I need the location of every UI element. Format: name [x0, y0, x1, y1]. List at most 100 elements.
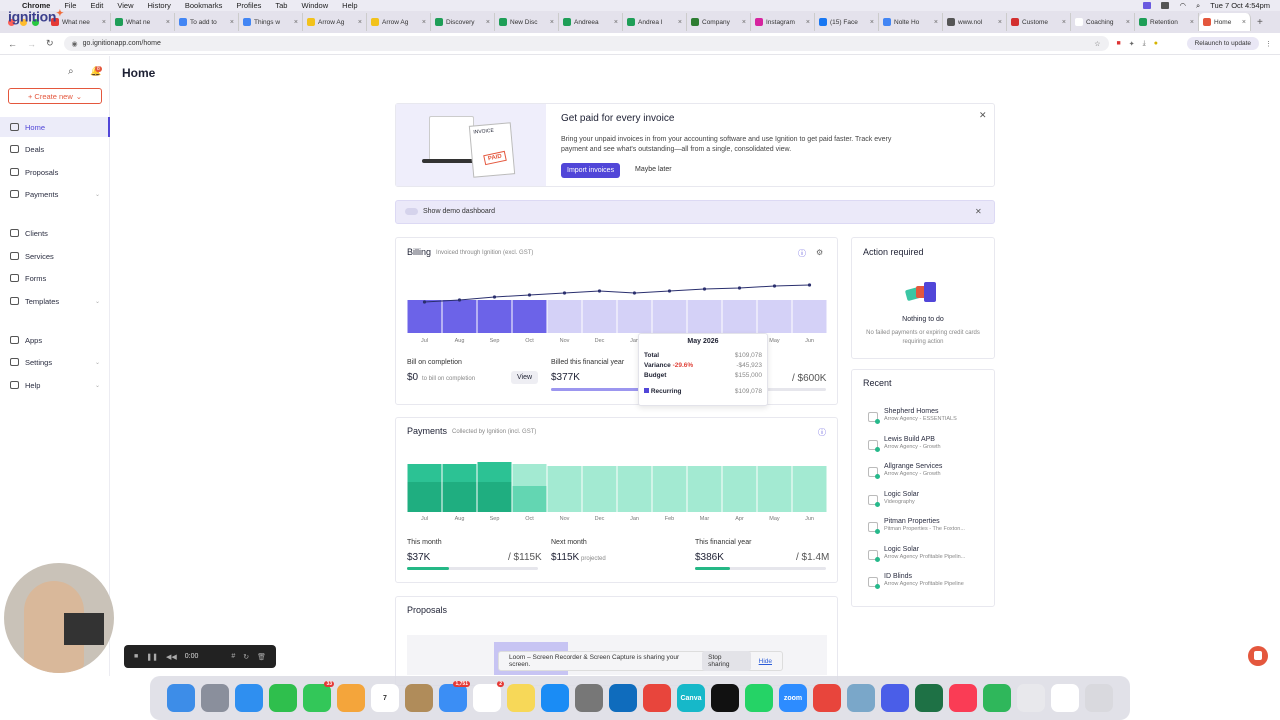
perplexity-icon[interactable]	[881, 684, 909, 712]
browser-tab[interactable]: Instagram ×	[751, 13, 815, 31]
settings-gear-icon[interactable]: ⚙	[816, 248, 823, 257]
safari-icon[interactable]	[235, 684, 263, 712]
browser-menu-icon[interactable]: ⋮	[1265, 40, 1272, 48]
close-banner-icon[interactable]: ✕	[979, 110, 987, 121]
recent-item[interactable]: Lewis Build APB Arrow Agency - Growth	[860, 436, 990, 460]
import-invoices-button[interactable]: Import invoices	[561, 163, 621, 178]
profile-icon[interactable]: ●	[1154, 40, 1158, 47]
spotlight-icon[interactable]: ⌕	[1196, 1, 1200, 11]
create-new-button[interactable]: + Create new ⌄	[8, 88, 102, 104]
close-tab-icon[interactable]: ×	[550, 19, 554, 26]
menu-bookmarks[interactable]: Bookmarks	[185, 1, 223, 10]
close-tab-icon[interactable]: ×	[934, 19, 938, 26]
bookmark-star-icon[interactable]: ☆	[1094, 40, 1100, 48]
calendar-icon[interactable]: 7	[371, 684, 399, 712]
browser-tab[interactable]: Coaching ×	[1071, 13, 1135, 31]
contacts-icon[interactable]	[405, 684, 433, 712]
close-tab-icon[interactable]: ×	[1242, 19, 1246, 26]
restart-icon[interactable]: ↻	[243, 653, 249, 661]
browser-tab[interactable]: What ne ×	[111, 13, 175, 31]
close-tab-icon[interactable]: ×	[102, 19, 106, 26]
browser-tab[interactable]: Things w ×	[239, 13, 303, 31]
close-tab-icon[interactable]: ×	[1126, 19, 1130, 26]
close-demo-icon[interactable]: ✕	[975, 207, 982, 216]
close-tab-icon[interactable]: ×	[678, 19, 682, 26]
browser-tab[interactable]: To add to ×	[175, 13, 239, 31]
menu-tab[interactable]: Tab	[275, 1, 287, 10]
search-icon[interactable]: ⌕	[68, 66, 74, 77]
whatsapp-icon[interactable]	[745, 684, 773, 712]
info-icon[interactable]: ⓘ	[798, 248, 806, 259]
reminders-icon[interactable]: 2	[473, 681, 504, 712]
recent-item[interactable]: Shepherd Homes Arrow Agency - ESSENTIALS	[860, 408, 990, 432]
chat-launcher-button[interactable]	[1248, 646, 1268, 666]
preview-icon[interactable]	[847, 684, 875, 712]
close-tab-icon[interactable]: ×	[422, 19, 426, 26]
loom-status-icon[interactable]	[1143, 2, 1152, 9]
launchpad-icon[interactable]	[201, 684, 229, 712]
close-tab-icon[interactable]: ×	[870, 19, 874, 26]
browser-tab[interactable]: Arrow Ag ×	[367, 13, 431, 31]
close-tab-icon[interactable]: ×	[166, 19, 170, 26]
recent-item[interactable]: ID Blinds Arrow Agency Profitable Pipelin…	[860, 573, 990, 597]
browser-tab[interactable]: Company ×	[687, 13, 751, 31]
draw-icon[interactable]: #	[231, 653, 235, 660]
browser-tab[interactable]: New Disc ×	[495, 13, 559, 31]
notes-icon[interactable]	[507, 684, 535, 712]
recent-item[interactable]: Allgrange Services Arrow Agency - Growth	[860, 463, 990, 487]
close-tab-icon[interactable]: ×	[294, 19, 298, 26]
view-button[interactable]: View	[511, 371, 539, 384]
sidebar-item-services[interactable]: Services	[0, 246, 110, 266]
numbers-icon[interactable]	[983, 684, 1011, 712]
photos-icon[interactable]	[337, 684, 365, 712]
browser-tab[interactable]: www.nol ×	[943, 13, 1007, 31]
stop-record-icon[interactable]: ■	[134, 653, 138, 660]
system-settings-icon[interactable]	[575, 684, 603, 712]
menu-edit[interactable]: Edit	[90, 1, 103, 10]
app-store-icon[interactable]	[541, 684, 569, 712]
screens-icon[interactable]	[1051, 684, 1079, 712]
browser-tab[interactable]: Discovery ×	[431, 13, 495, 31]
browser-tab[interactable]: (15) Face ×	[815, 13, 879, 31]
relaunch-button[interactable]: Relaunch to update	[1186, 37, 1259, 50]
menu-file[interactable]: File	[64, 1, 76, 10]
close-tab-icon[interactable]: ×	[358, 19, 362, 26]
menu-history[interactable]: History	[148, 1, 171, 10]
canva-icon[interactable]: Canva	[677, 684, 705, 712]
sidebar-item-help[interactable]: Help ⌄	[0, 375, 110, 395]
close-tab-icon[interactable]: ×	[1190, 19, 1194, 26]
recent-item[interactable]: Logic Solar Arrow Agency Profitable Pipel…	[860, 546, 990, 570]
craft-icon[interactable]	[813, 684, 841, 712]
payments-info-icon[interactable]: ⓘ	[818, 427, 826, 438]
recording-controls[interactable]: ■ ❚❚ ◀◀ 0:00 # ↻ 🗑	[124, 645, 276, 668]
browser-tab[interactable]: Andreea ×	[559, 13, 623, 31]
close-tab-icon[interactable]: ×	[742, 19, 746, 26]
sidebar-item-deals[interactable]: Deals	[0, 139, 110, 159]
recent-item[interactable]: Pitman Properties Pitman Properties - The…	[860, 518, 990, 542]
sidebar-item-templates[interactable]: Templates ⌄	[0, 291, 110, 311]
close-tab-icon[interactable]: ×	[998, 19, 1002, 26]
facetime-icon[interactable]	[269, 684, 297, 712]
close-tab-icon[interactable]: ×	[614, 19, 618, 26]
music-icon[interactable]	[949, 684, 977, 712]
sidebar-item-payments[interactable]: Payments ⌄	[0, 184, 110, 204]
hide-link[interactable]: Hide	[759, 658, 772, 665]
browser-tab[interactable]: Andrea I ×	[623, 13, 687, 31]
menu-window[interactable]: Window	[301, 1, 328, 10]
menu-view[interactable]: View	[117, 1, 133, 10]
zoom-icon[interactable]: zoom	[779, 684, 807, 712]
site-info-icon[interactable]: ◉	[72, 40, 78, 48]
trash-icon[interactable]	[1085, 684, 1113, 712]
close-tab-icon[interactable]: ×	[806, 19, 810, 26]
extension-icon[interactable]: ■	[1117, 40, 1121, 47]
recent-item[interactable]: Logic Solar Videography	[860, 491, 990, 515]
ignition-logo[interactable]: ignition✦	[8, 8, 64, 25]
finder-icon[interactable]	[167, 684, 195, 712]
browser-tab[interactable]: Retention ×	[1135, 13, 1199, 31]
downloads-icon[interactable]	[1017, 684, 1045, 712]
menu-profiles[interactable]: Profiles	[236, 1, 261, 10]
close-tab-icon[interactable]: ×	[230, 19, 234, 26]
wifi-icon[interactable]: ◠	[1179, 1, 1186, 10]
outlook-icon[interactable]	[609, 684, 637, 712]
back-icon[interactable]: ←	[8, 39, 17, 49]
